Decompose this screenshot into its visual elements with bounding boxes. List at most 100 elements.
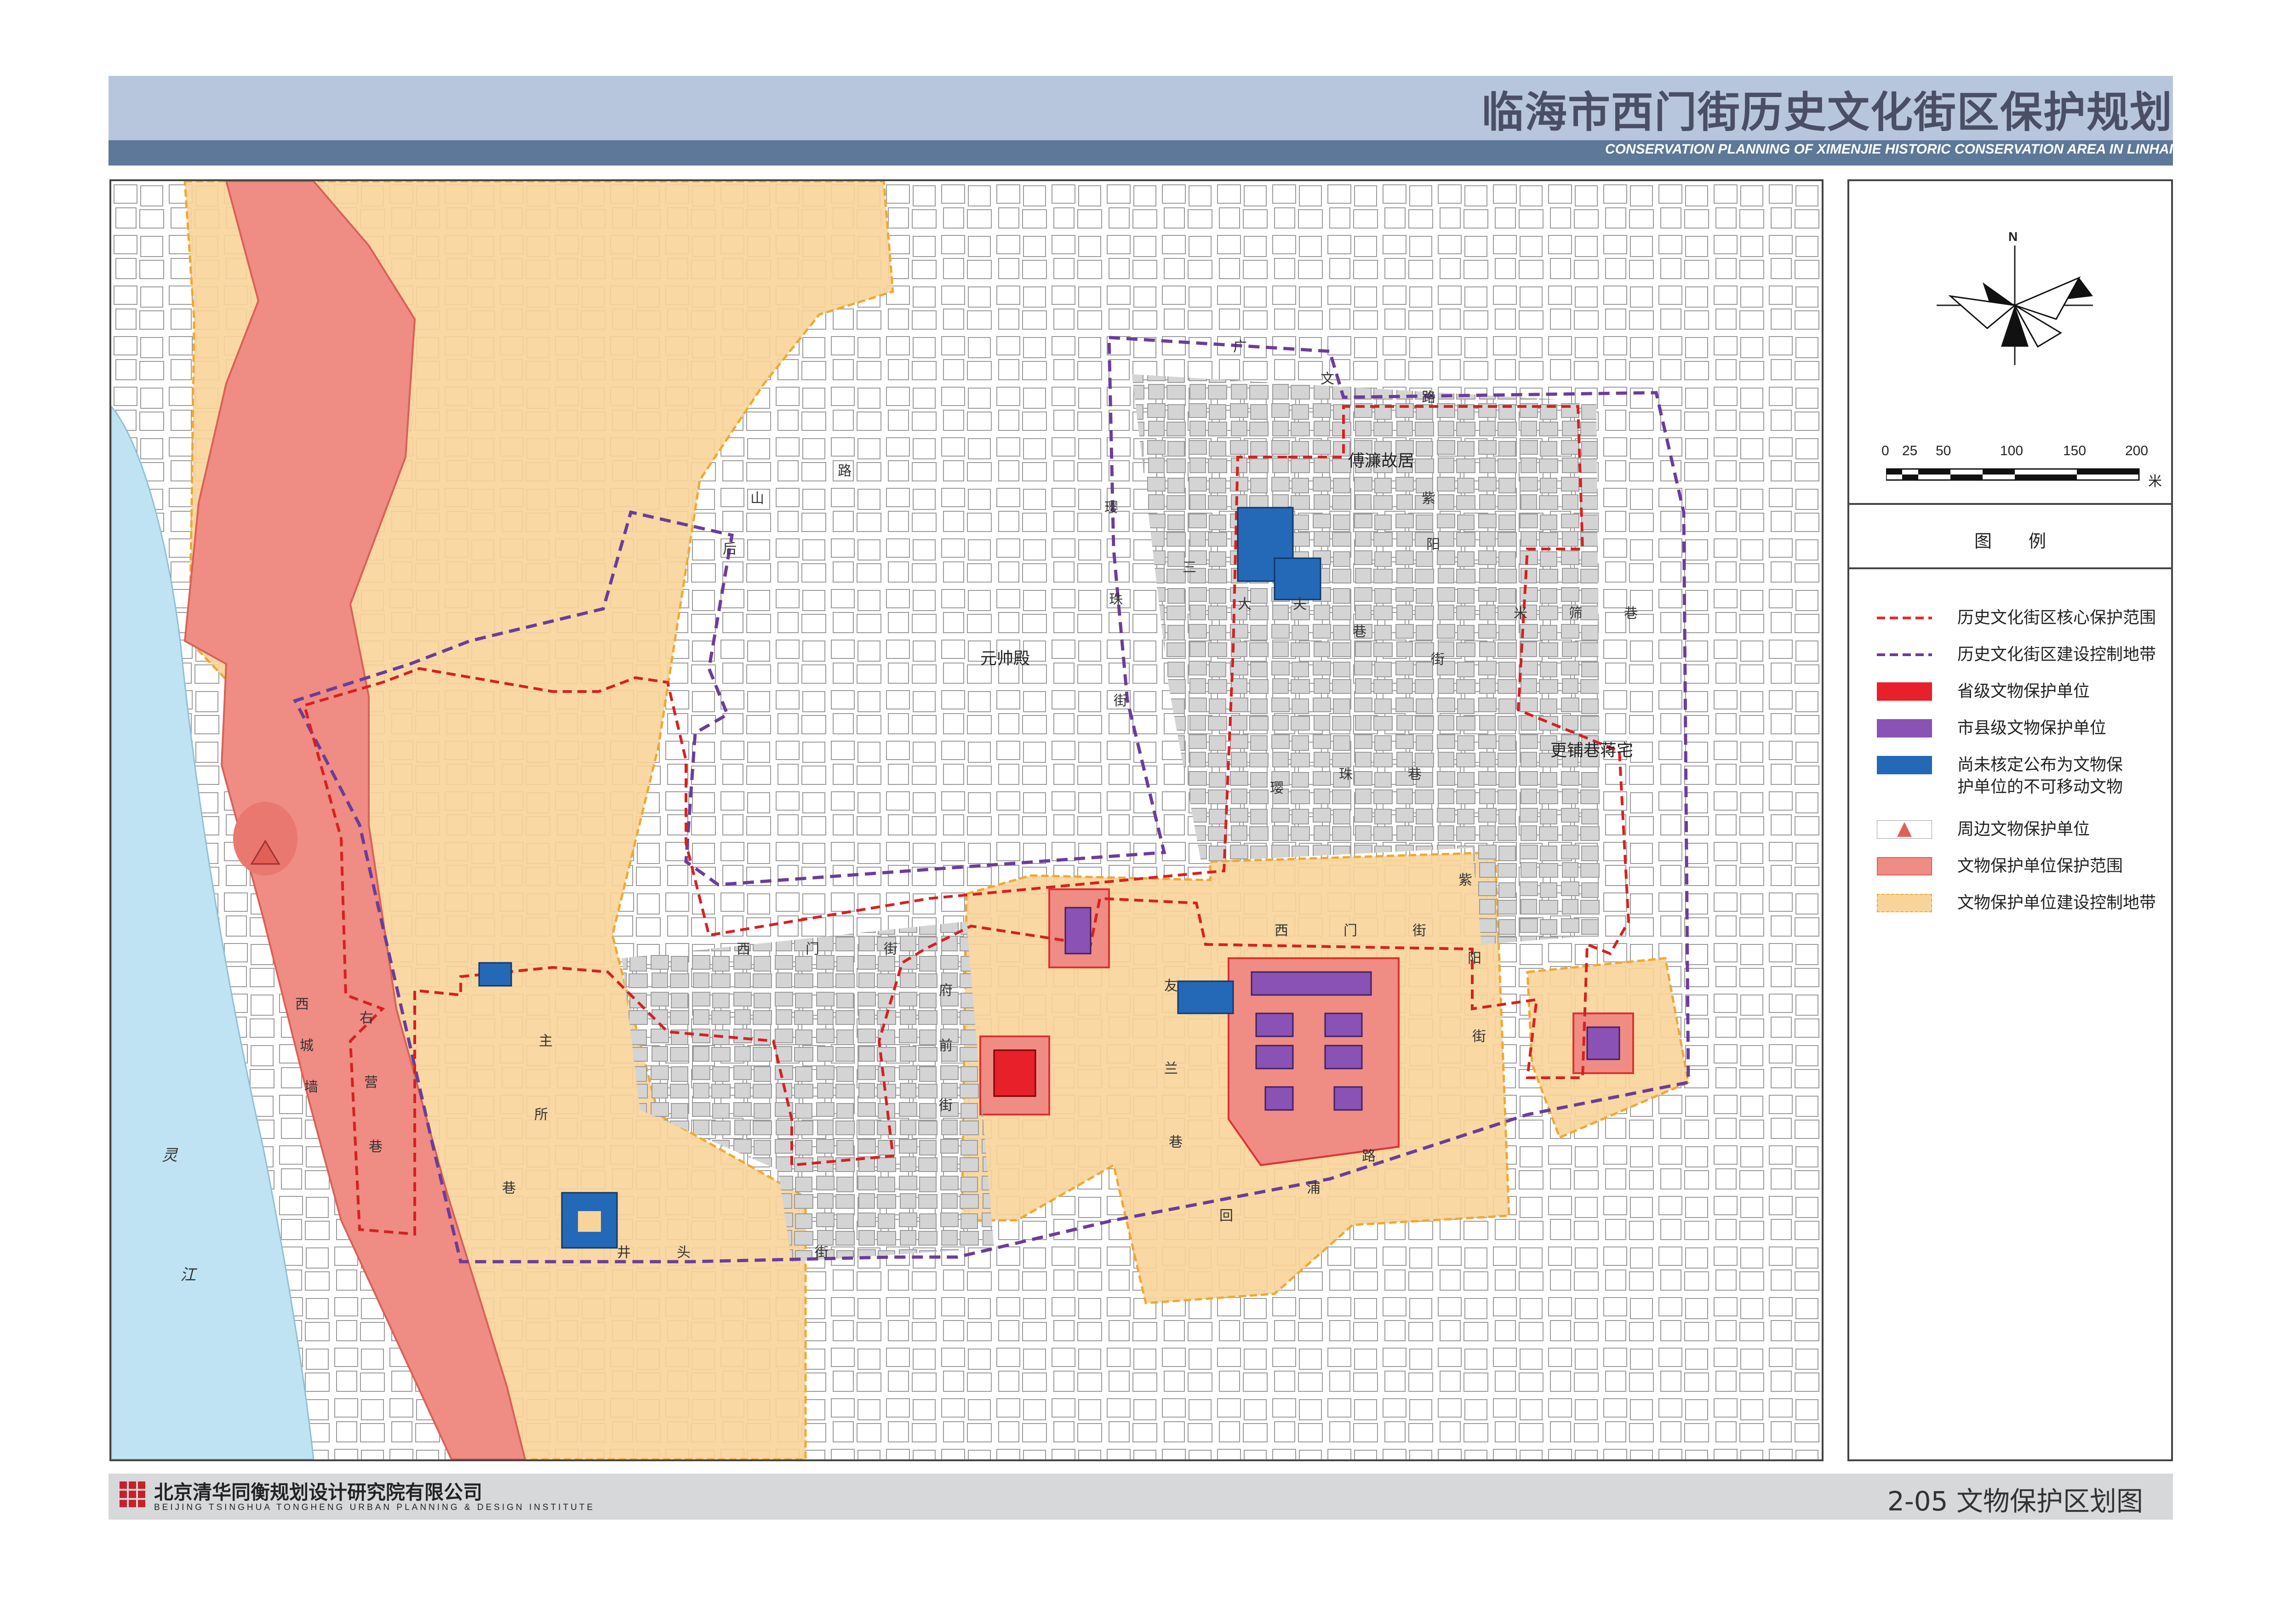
county-relic-hall-2[interactable] — [1324, 1012, 1363, 1037]
scale-unit: 米 — [2148, 474, 2162, 489]
figure-label: 2-05 文物保护区划图 — [1887, 1486, 2143, 1517]
scale-tick-50: 50 — [1936, 443, 1951, 458]
street-guangwen-2: 文 — [1321, 371, 1334, 387]
pink-swatch — [1877, 857, 1932, 875]
legend-label: 历史文化街区核心保护范围 — [1957, 608, 2156, 627]
street-zhusuo-1: 主 — [539, 1033, 553, 1049]
street-guangwen-1: 广 — [1233, 339, 1247, 355]
provincial-relic[interactable] — [993, 1049, 1036, 1097]
street-ziyang-n-3: 街 — [1431, 652, 1445, 668]
street-houshan-1: 山 — [750, 491, 764, 507]
street-guangwen-3: 路 — [1422, 389, 1435, 406]
relic-youlan[interactable] — [1177, 980, 1234, 1014]
county-relic-north[interactable] — [1064, 907, 1092, 955]
county-relic-hall-5[interactable] — [1264, 1086, 1294, 1111]
relic-jingtou-court — [578, 1211, 601, 1232]
scale-tick-150: 150 — [2063, 443, 2087, 458]
street-houshan-2: 后 — [723, 541, 737, 557]
triangle-icon — [1877, 820, 1932, 839]
street-youlan-2: 兰 — [1164, 1061, 1178, 1077]
legend-label: 尚未核定公布为文物保护单位的不可移动文物 — [1957, 755, 2123, 796]
purple-swatch — [1877, 719, 1932, 738]
legend-label: 文物保护单位建设控制地带 — [1957, 893, 2156, 912]
street-ziyang-n-2: 阳 — [1426, 537, 1440, 553]
street-youying-2: 营 — [364, 1075, 378, 1091]
map-canvas[interactable]: 元帅殿 傅濂故居 更铺巷蒋宅 广 文 路 山 后 路 璎 珠 街 三 大 夫 巷… — [111, 181, 1822, 1459]
street-fuqian-3: 街 — [939, 1098, 953, 1114]
river-label-2: 江 — [180, 1266, 198, 1284]
county-relic-hall-top[interactable] — [1251, 971, 1372, 996]
legend-divider-2 — [1849, 567, 2171, 569]
street-yingzhuxiang-2: 珠 — [1339, 766, 1353, 783]
street-xichengqiang-1: 西 — [295, 996, 309, 1012]
street-houshan-3: 路 — [838, 463, 852, 479]
relic-fu-residence-annex[interactable] — [1274, 557, 1321, 600]
legend-label: 历史文化街区建设控制地带 — [1957, 645, 2156, 664]
north-label: N — [2008, 229, 2018, 244]
scale-tick-0: 0 — [1881, 443, 1889, 458]
scale-tick-100: 100 — [2000, 443, 2024, 458]
orange-swatch — [1877, 894, 1932, 912]
street-yingzhu-1: 璎 — [1104, 500, 1118, 516]
street-sandafu-4: 巷 — [1353, 624, 1366, 640]
street-sandafu-3: 夫 — [1293, 596, 1307, 612]
street-ximen-w-3: 街 — [884, 941, 898, 957]
county-relic-hall-4[interactable] — [1324, 1045, 1363, 1069]
red-swatch — [1877, 682, 1932, 701]
street-huipu-1: 回 — [1219, 1208, 1233, 1224]
street-xichengqiang-2: 城 — [300, 1038, 314, 1054]
legend-label: 市县级文物保护单位 — [1957, 719, 2107, 738]
county-relic-hall-3[interactable] — [1255, 1045, 1294, 1069]
street-jingtou-1: 井 — [617, 1245, 631, 1261]
legend-divider-1 — [1849, 503, 2171, 505]
street-jingtou-2: 头 — [677, 1245, 691, 1261]
legend-label: 周边文物保护单位 — [1957, 820, 2090, 839]
legend-label: 省级文物保护单位 — [1957, 682, 2090, 701]
page-subtitle: CONSERVATION PLANNING OF XIMENJIE HISTOR… — [1605, 142, 2173, 157]
scale-bar-graphic — [1886, 468, 2140, 481]
street-youying-3: 巷 — [369, 1139, 383, 1155]
street-huipu-3: 路 — [1362, 1148, 1376, 1164]
county-relic-east[interactable] — [1586, 1026, 1620, 1060]
street-yingzhuxiang-3: 巷 — [1408, 766, 1422, 783]
street-yingzhu-3: 街 — [1114, 693, 1127, 709]
street-ziyang-s-2: 阳 — [1468, 950, 1481, 966]
county-relic-hall-6[interactable] — [1333, 1086, 1363, 1111]
street-ximen-3: 街 — [1412, 923, 1426, 939]
legend-title: 图例 — [1974, 531, 2083, 551]
blue-swatch — [1877, 756, 1932, 774]
street-yingzhuxiang-1: 璎 — [1270, 780, 1284, 796]
street-sandafu-2: 大 — [1238, 596, 1252, 612]
relic-west[interactable] — [478, 962, 512, 987]
street-ximen-2: 门 — [1343, 923, 1357, 939]
scale-tick-200: 200 — [2125, 443, 2149, 458]
red-dashed-line-icon — [1877, 617, 1932, 619]
legend-panel: N 0 25 50 100 150 200 米 图例 历史文化街区核心保护范围 … — [1847, 179, 2173, 1461]
institute-name: 北京清华同衡规划设计研究院有限公司 — [154, 1481, 483, 1504]
compass-rose-icon: N — [1937, 229, 2093, 365]
page-title: 临海市西门街历史文化街区保护规划 — [1481, 88, 2173, 137]
street-sandafu-1: 三 — [1183, 560, 1196, 576]
county-relic-hall-1[interactable] — [1255, 1012, 1294, 1037]
scale-tick-25: 25 — [1902, 443, 1918, 458]
scale-bar: 0 25 50 100 150 200 米 — [1881, 443, 2162, 498]
street-youying-1: 右 — [360, 1010, 373, 1026]
street-ximen-w-2: 门 — [806, 941, 819, 957]
purple-dashed-line-icon — [1877, 653, 1932, 656]
street-ximen-w-1: 西 — [737, 941, 750, 957]
street-ziyang-s-1: 紫 — [1458, 872, 1472, 888]
institute-name-en: BEIJING TSINGHUA TONGHENG URBAN PLANNING… — [154, 1503, 595, 1512]
street-jingtou-3: 街 — [815, 1245, 829, 1261]
river-label-1: 灵 — [162, 1146, 178, 1165]
label-gengpuxiang: 更铺巷蒋宅 — [1550, 741, 1633, 760]
street-zhusuo-2: 所 — [534, 1107, 548, 1123]
street-ximen-1: 西 — [1275, 923, 1288, 939]
institute-logo-icon — [120, 1481, 145, 1507]
label-fu-residence: 傅濂故居 — [1348, 452, 1414, 470]
street-mishai-1: 米 — [1514, 606, 1527, 622]
street-fuqian-1: 府 — [939, 983, 953, 999]
street-huipu-2: 浦 — [1307, 1180, 1321, 1196]
map-frame[interactable]: 元帅殿 傅濂故居 更铺巷蒋宅 广 文 路 山 后 路 璎 珠 街 三 大 夫 巷… — [109, 179, 1824, 1461]
street-youlan-1: 友 — [1164, 978, 1178, 994]
street-ziyang-n-1: 紫 — [1422, 491, 1435, 507]
